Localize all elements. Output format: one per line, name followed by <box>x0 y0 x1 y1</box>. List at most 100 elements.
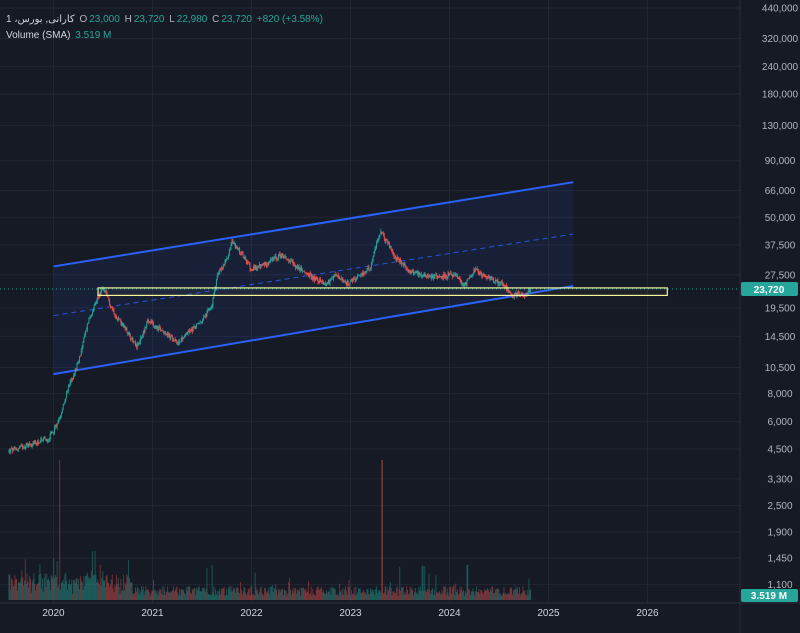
volume-bar <box>382 460 384 600</box>
candle-body <box>65 398 67 402</box>
candle-body <box>500 281 501 284</box>
candle-body <box>278 254 280 256</box>
candle-body <box>397 257 399 258</box>
candle-body <box>403 263 405 266</box>
volume-legend[interactable]: Volume (SMA) 3.519 M <box>6 30 113 41</box>
candle-body <box>194 326 196 330</box>
volume-bar <box>302 587 304 600</box>
price-chart[interactable]: 440,000 320,000 240,000 180,000 130,000 90,00… <box>0 0 800 633</box>
volume-bar <box>251 585 253 600</box>
volume-bar <box>478 589 480 600</box>
volume-bar <box>510 587 512 600</box>
volume-bar <box>61 582 62 600</box>
support-zone-box[interactable] <box>97 287 668 297</box>
volume-bar <box>67 583 69 600</box>
volume-bar <box>507 593 509 600</box>
candle-body <box>380 231 382 234</box>
volume-bar <box>283 589 285 600</box>
volume-bar <box>502 592 504 600</box>
support-zone[interactable] <box>97 287 668 297</box>
candle-body <box>477 269 479 273</box>
candle-body <box>219 270 221 273</box>
candle-body <box>333 275 334 279</box>
candle-body <box>226 258 228 261</box>
volume-bar <box>270 586 272 600</box>
symbol-name[interactable]: 1 ،کارانی, بورس <box>6 14 75 25</box>
candle-body <box>419 272 421 275</box>
volume-bar <box>468 588 470 600</box>
volume-bar <box>213 586 215 600</box>
candle-body <box>240 251 242 255</box>
volume-bar <box>421 566 423 600</box>
candle-body <box>426 275 428 277</box>
volume-bar <box>11 579 13 600</box>
candle-body <box>440 276 442 277</box>
volume-bar <box>105 575 107 600</box>
candle-body <box>340 278 342 280</box>
candle-body <box>10 449 12 453</box>
volume-bar <box>299 587 301 600</box>
time-tick-label: 2023 <box>339 608 362 619</box>
volume-bar <box>364 592 366 600</box>
candle-body <box>198 323 200 325</box>
volume-bar <box>109 587 111 600</box>
high-label: H <box>124 14 132 25</box>
volume-bar <box>472 588 474 600</box>
candle-body <box>345 281 347 286</box>
volume-bar <box>228 587 229 600</box>
volume-bar <box>306 592 308 600</box>
volume-bar <box>85 576 87 600</box>
candle-body <box>384 239 386 242</box>
symbol-legend[interactable]: 1 ،کارانی, بورس O 23,000 H 23,720 L 22,980 … <box>6 14 325 25</box>
volume-bar <box>382 593 384 600</box>
volume-bar <box>345 590 347 600</box>
volume-bar <box>241 594 243 600</box>
candle-body <box>505 285 507 287</box>
volume-bar <box>134 593 136 600</box>
volume-bar <box>386 594 388 600</box>
candle-body <box>185 333 187 336</box>
volume-bar <box>405 594 407 600</box>
volume-bar <box>252 594 254 600</box>
volume-bar <box>205 588 207 600</box>
volume-bar <box>209 594 211 600</box>
candle-body <box>320 280 322 282</box>
volume-bar <box>489 588 491 600</box>
volume-bar <box>356 594 358 600</box>
volume-bar <box>411 587 413 600</box>
volume-bar <box>91 570 93 600</box>
volume-bar <box>29 576 31 600</box>
candle-body <box>264 262 266 265</box>
candle-body <box>351 278 353 280</box>
volume-bar <box>451 587 453 600</box>
volume-bar <box>291 590 293 600</box>
volume-bar <box>442 593 444 600</box>
volume-bar <box>476 592 478 600</box>
volume-bar <box>77 585 79 600</box>
candle-body <box>481 272 483 277</box>
candle-body <box>478 272 480 274</box>
volume-bar <box>224 595 226 600</box>
candle-body <box>46 439 48 441</box>
volume-bar <box>132 594 134 600</box>
candle-body <box>512 297 514 299</box>
candle-body <box>306 273 308 274</box>
candle-body <box>269 261 271 263</box>
volume-bar <box>15 579 17 600</box>
volume-bar <box>247 589 249 600</box>
candle-body <box>290 260 292 262</box>
volume-bar <box>26 573 28 600</box>
volume-bar <box>323 592 325 600</box>
candle-body <box>79 355 80 362</box>
candle-body <box>288 259 290 262</box>
volume-bar <box>406 586 408 600</box>
candle-body <box>116 318 118 320</box>
candle-body <box>143 331 145 333</box>
volume-bar <box>107 582 109 600</box>
candle-body <box>142 331 144 335</box>
candle-body <box>64 401 66 404</box>
volume-bar <box>309 592 311 600</box>
candle-body <box>407 269 409 273</box>
candle-body <box>95 302 97 303</box>
volume-bar <box>35 590 37 600</box>
